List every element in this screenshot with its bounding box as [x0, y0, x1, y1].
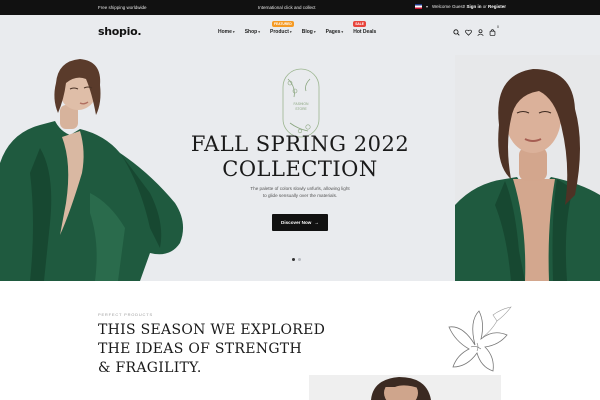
site-header: shopio. Home ▾ Shop ▾ FEATURED Product ▾…	[0, 15, 600, 49]
nav-item-blog[interactable]: Blog ▾	[302, 29, 316, 35]
chevron-down-icon[interactable]: ▾	[426, 4, 428, 9]
user-icon[interactable]	[476, 28, 484, 36]
slider-dot-1[interactable]	[292, 258, 295, 261]
shopio-logo[interactable]: shopio.	[98, 25, 142, 38]
section-title-line-1: THIS SEASON WE EXPLORED	[98, 322, 326, 338]
cart-count: 0	[497, 25, 499, 29]
section-title-line-2: THE IDEAS OF STRENGTH	[98, 341, 302, 357]
account-links: ▾ Welcome Guest! Sign in or Register	[415, 4, 506, 9]
chevron-down-icon: ▾	[341, 30, 344, 34]
hero-subtitle-line-1: The palette of colors slowly unfurls, al…	[250, 186, 350, 191]
nav-label-product: Product	[270, 29, 289, 35]
nav-item-product[interactable]: FEATURED Product ▾	[270, 21, 294, 35]
welcome-guest: Welcome Guest!	[432, 4, 466, 9]
hero-model-right-image	[455, 55, 600, 281]
cart-icon[interactable]: 0	[488, 25, 499, 36]
nav-item-hot-deals[interactable]: SALE Hot Deals	[353, 21, 377, 35]
search-icon[interactable]	[452, 28, 460, 36]
section-title: THIS SEASON WE EXPLORED THE IDEAS OF STR…	[98, 321, 328, 378]
flower-sketch-icon	[448, 306, 512, 372]
hero-title: FALL SPRING 2022 COLLECTION	[180, 132, 420, 182]
nav-item-shop[interactable]: Shop ▾	[245, 29, 260, 35]
featured-badge: FEATURED	[272, 21, 294, 27]
chevron-down-icon: ▾	[313, 30, 316, 34]
nav-label-blog: Blog	[301, 29, 313, 35]
chevron-down-icon: ▾	[232, 30, 235, 34]
hero-title-line-1: FALL SPRING 2022	[190, 132, 410, 156]
free-shipping-text: Free shipping worldwide	[98, 5, 147, 10]
nav-item-home[interactable]: Home ▾	[218, 29, 235, 35]
discover-now-button[interactable]: Discover Now →	[272, 214, 328, 231]
slider-dot-2[interactable]	[298, 258, 301, 261]
section-title-line-3: & FRAGILITY.	[98, 360, 202, 376]
welcome-text: Welcome Guest! Sign in or Register	[432, 4, 506, 9]
register-link[interactable]: Register	[488, 4, 506, 9]
slider-pagination	[292, 258, 301, 261]
click-collect-text: International click and collect	[258, 5, 316, 10]
chevron-down-icon: ▾	[289, 30, 292, 34]
heart-icon[interactable]	[464, 28, 472, 36]
editorial-photo-image	[309, 375, 501, 400]
hero-subtitle: The palette of colors slowly unfurls, al…	[230, 185, 370, 199]
main-nav: Home ▾ Shop ▾ FEATURED Product ▾ Blog ▾ …	[218, 21, 377, 35]
hero-subtitle-line-2: to glide sensually over the materials.	[262, 193, 338, 198]
hero-title-line-2: COLLECTION	[222, 157, 378, 181]
discover-now-label: Discover Now	[281, 220, 312, 225]
emblem-text-store: STORE	[295, 107, 307, 111]
nav-label-hot-deals: Hot Deals	[353, 29, 377, 35]
hero-model-left-image	[0, 59, 184, 281]
uk-flag-icon[interactable]	[415, 4, 422, 9]
nav-label-pages: Pages	[325, 29, 341, 35]
arrow-right-icon: →	[314, 220, 319, 225]
editorial-photo	[309, 375, 501, 400]
section-eyebrow: PERFECT PRODUCTS	[98, 312, 153, 317]
nav-label-shop: Shop	[244, 29, 258, 35]
page: Free shipping worldwide International cl…	[0, 0, 600, 400]
chevron-down-icon: ▾	[258, 30, 261, 34]
nav-item-pages[interactable]: Pages ▾	[326, 29, 344, 35]
fashion-store-emblem-icon: FASHION STORE	[282, 68, 320, 138]
header-icons: 0	[452, 25, 499, 36]
or-text: or	[482, 4, 487, 9]
sign-in-link[interactable]: Sign in	[466, 4, 481, 9]
sale-badge: SALE	[353, 21, 366, 27]
announcement-bar: Free shipping worldwide International cl…	[0, 0, 600, 15]
nav-label-home: Home	[218, 29, 232, 35]
hero-slider: FASHION STORE FALL SPRING 2022 COLLECTIO…	[0, 15, 600, 281]
emblem-text-fashion: FASHION	[294, 102, 309, 106]
